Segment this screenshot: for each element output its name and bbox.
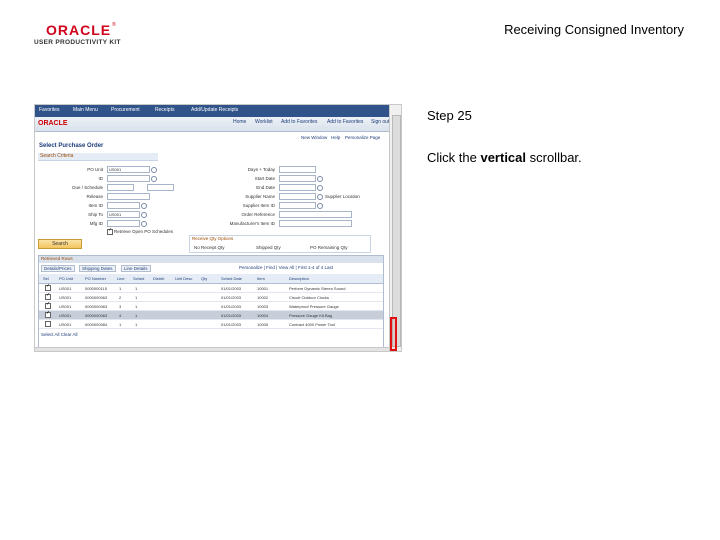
radio-no-receipt[interactable]: No Receipt Qty <box>194 245 225 250</box>
document-title: Receiving Consigned Inventory <box>504 22 684 37</box>
search-criteria-header: Search Criteria <box>38 153 158 161</box>
page-title: Select Purchase Order <box>39 143 104 149</box>
nav-add-update-receipts[interactable]: Add/Update Receipts <box>191 107 238 113</box>
row-checkbox[interactable] <box>45 292 51 300</box>
personalize-link[interactable]: Personalize Page <box>345 135 380 140</box>
vertical-scrollbar-thumb[interactable] <box>392 115 401 347</box>
horizontal-scrollbar[interactable] <box>35 347 389 351</box>
supplier-name-input[interactable] <box>279 193 316 200</box>
lookup-icon[interactable] <box>141 212 147 218</box>
receive-qty-title: Receive Qty Options <box>192 236 234 241</box>
supplier-location-link[interactable]: Supplier Location <box>325 194 360 199</box>
oracle-brand-sub: USER PRODUCTIVITY KIT <box>34 39 121 46</box>
lookup-icon[interactable] <box>141 203 147 209</box>
lookup-icon[interactable] <box>317 203 323 209</box>
select-clear-links[interactable]: Select All Clear All <box>41 332 78 337</box>
field-label: Manufacturer's Item ID <box>229 221 275 226</box>
start-date-input[interactable] <box>279 175 316 182</box>
link-add-favorites[interactable]: Add to Favorites <box>281 119 317 125</box>
calendar-icon[interactable] <box>317 185 323 191</box>
nav-procurement[interactable]: Procurement <box>111 107 140 113</box>
release-input[interactable] <box>107 193 150 200</box>
tab-shipping-dates[interactable]: Shipping Dates <box>79 265 116 272</box>
app-logo: ORACLE <box>38 120 68 127</box>
grid-navigation[interactable]: Personalize | Find | View All | First 1-… <box>239 265 333 270</box>
table-row[interactable]: US001 0000000063 2 1 01/01/2003 10002 Ci… <box>39 292 383 302</box>
field-label: ID <box>98 176 104 181</box>
top-navigation: Favorites Main Menu Procurement Receipts… <box>35 105 401 117</box>
field-label: Ship To <box>88 212 103 217</box>
mfg-item-input[interactable] <box>279 220 352 227</box>
field-label: Due / Schedule <box>72 185 103 190</box>
calendar-icon[interactable] <box>317 176 323 182</box>
step-number: Step 25 <box>427 108 472 123</box>
nav-favorites[interactable]: Favorites <box>39 107 60 113</box>
table-row[interactable]: US001 0000000063 3 1 01/01/2003 10003 Wa… <box>39 301 383 311</box>
link-sign-out[interactable]: Sign out <box>371 119 389 125</box>
ship-to-input[interactable]: US001 <box>107 211 140 218</box>
tab-line-details[interactable]: Line Details <box>121 265 151 272</box>
radio-po-remaining[interactable]: PO Remaining Qty <box>310 245 348 250</box>
app-header: ORACLE Home Worklist Add to Favorites Ad… <box>35 117 401 132</box>
field-label: Mfg ID <box>89 221 103 226</box>
link-add-favorites-2[interactable]: Add to Favorites <box>327 119 363 125</box>
table-row[interactable]: US001 0000000084 1 1 01/01/2003 10005 Co… <box>39 320 383 329</box>
grid-header: Sel PO Unit PO Number Line Sched Distrib… <box>39 274 383 284</box>
field-label: Item ID <box>88 203 103 208</box>
lookup-icon[interactable] <box>141 221 147 227</box>
lookup-icon[interactable] <box>151 176 157 182</box>
table-row[interactable]: US001 0000000115 1 1 01/01/2003 10001 Pe… <box>39 283 383 293</box>
mfg-id-input[interactable] <box>107 220 140 227</box>
nav-main-menu[interactable]: Main Menu <box>73 107 98 113</box>
field-label: Days + Today <box>247 167 275 172</box>
row-checkbox[interactable] <box>45 283 51 291</box>
row-checkbox[interactable] <box>45 301 51 309</box>
vertical-scrollbar[interactable] <box>389 105 401 351</box>
retrieved-rows-grid: Retrieved Rows Details/Prices Shipping D… <box>38 255 384 349</box>
field-label: Supplier Item ID <box>242 203 275 208</box>
page-toolbar: New Window Help Personalize Page <box>301 133 397 143</box>
link-home[interactable]: Home <box>233 119 246 125</box>
supplier-item-input[interactable] <box>279 202 316 209</box>
field-label: Supplier Name <box>245 194 275 199</box>
retrieve-open-label: Retrieve Open PO Schedules <box>114 229 174 234</box>
step-instruction: Click the vertical scrollbar. <box>427 150 582 165</box>
due-schedule-input-2[interactable] <box>147 184 174 191</box>
oracle-logo: ORACLE ® USER PRODUCTIVITY KIT <box>34 22 121 46</box>
field-label: Order Reference <box>241 212 275 217</box>
field-label: PO Unit <box>87 167 103 172</box>
end-date-input[interactable] <box>279 184 316 191</box>
po-id-input[interactable] <box>107 175 150 182</box>
scrollbar-highlight[interactable] <box>390 317 397 351</box>
po-unit-input[interactable]: US001 <box>107 166 150 173</box>
grid-title-bar: Retrieved Rows <box>39 256 383 263</box>
due-schedule-input[interactable] <box>107 184 134 191</box>
radio-shipped-qty[interactable]: Shipped Qty <box>256 245 281 250</box>
item-id-input[interactable] <box>107 202 140 209</box>
nav-receipts[interactable]: Receipts <box>155 107 174 113</box>
receive-qty-options: Receive Qty Options No Receipt Qty Shipp… <box>189 235 371 253</box>
application-screenshot: Favorites Main Menu Procurement Receipts… <box>34 104 402 352</box>
field-label: Start Date <box>254 176 275 181</box>
field-label: Release <box>86 194 103 199</box>
lookup-icon[interactable] <box>317 194 323 200</box>
row-checkbox[interactable] <box>45 310 51 318</box>
help-link[interactable]: Help <box>331 135 340 140</box>
new-window-link[interactable]: New Window <box>301 135 327 140</box>
tab-details-prices[interactable]: Details/Prices <box>41 265 75 272</box>
link-worklist[interactable]: Worklist <box>255 119 273 125</box>
field-label: End Date <box>256 185 275 190</box>
order-reference-input[interactable] <box>279 211 352 218</box>
oracle-brand: ORACLE <box>46 22 112 38</box>
search-button[interactable]: Search <box>38 239 82 249</box>
days-today-input[interactable] <box>279 166 316 173</box>
lookup-icon[interactable] <box>151 167 157 173</box>
retrieve-open-checkbox[interactable] <box>107 227 113 235</box>
row-checkbox[interactable] <box>45 321 51 327</box>
table-row[interactable]: US001 0000000063 4 1 01/01/2003 10004 Pr… <box>39 310 383 320</box>
